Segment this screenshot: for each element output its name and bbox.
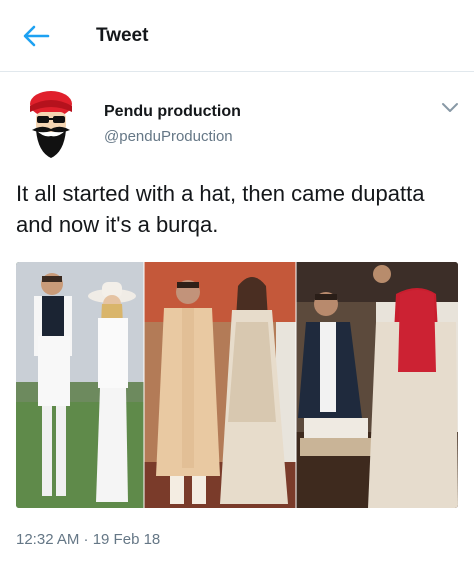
photo-white-outfit-couple (16, 262, 144, 508)
arrow-left-icon[interactable] (22, 24, 50, 48)
tweet-text: It all started with a hat, then came dup… (16, 181, 425, 237)
photo-wedding-couple (144, 262, 296, 508)
photo-seated-couple-veiled (296, 262, 458, 508)
tweet-media[interactable] (16, 262, 458, 508)
top-bar: Tweet (0, 0, 474, 72)
page-title: Tweet (96, 25, 149, 46)
avatar[interactable] (20, 88, 82, 162)
author-name[interactable]: Pendu production (104, 103, 241, 121)
author-handle[interactable]: @penduProduction (104, 128, 233, 145)
chevron-down-icon[interactable] (441, 100, 459, 114)
tweet-timestamp[interactable]: 12:32 AM · 19 Feb 18 (16, 531, 160, 548)
media-collage (16, 262, 458, 508)
